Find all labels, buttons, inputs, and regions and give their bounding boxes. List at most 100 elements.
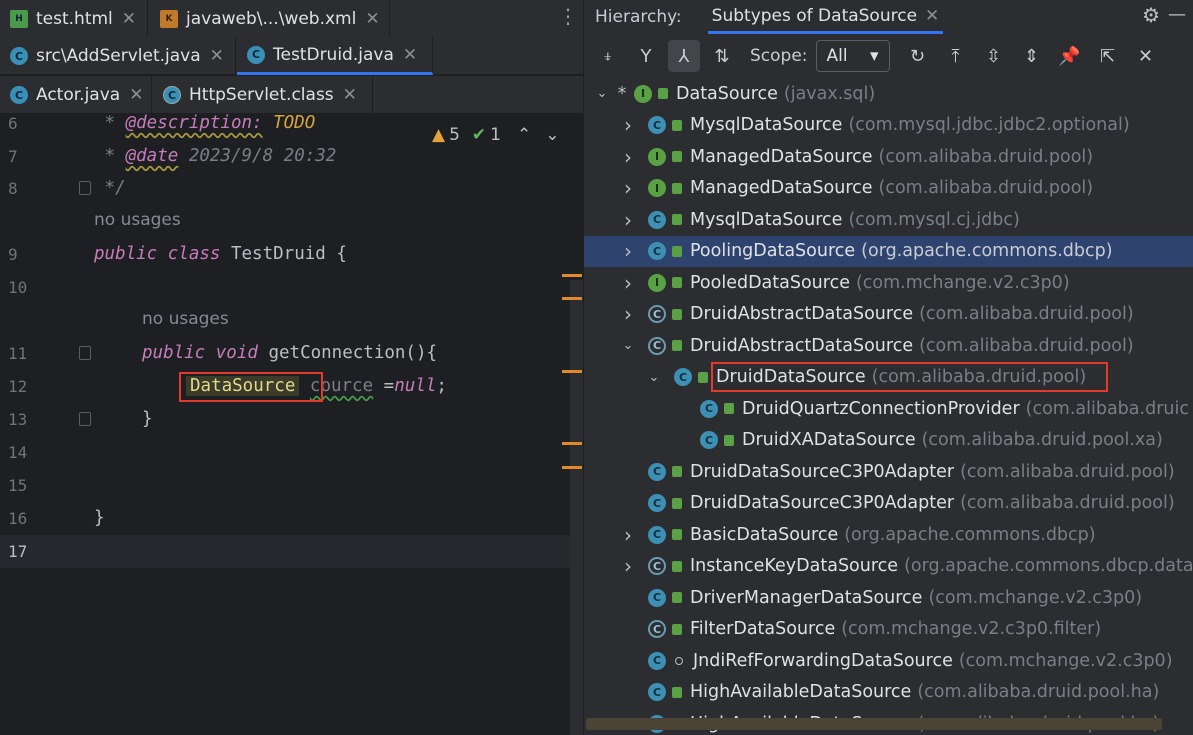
gear-icon[interactable]: ⚙ xyxy=(1142,3,1160,27)
usages-hint[interactable]: no usages xyxy=(94,210,181,230)
node-label: FilterDataSource (com.mchange.v2.c3p0.fil… xyxy=(690,619,1101,639)
inspection-widget[interactable]: ▲ 5 ✔ 1 ⌃ ⌄ xyxy=(432,125,559,145)
vertical-scrollbar[interactable] xyxy=(570,280,583,735)
tree-node[interactable]: ⌄ * I DataSource (javax.sql) xyxy=(584,78,1193,110)
tree-node[interactable]: › C PoolingDataSource (org.apache.commons.d… xyxy=(584,235,1193,267)
close-icon[interactable]: ✕ xyxy=(343,85,357,105)
tree-node[interactable]: C HighAvailableDataSource(com.alibaba.dru… xyxy=(584,677,1193,709)
tab-test-html[interactable]: H test.html ✕ xyxy=(0,0,148,38)
sort-alphabetically-icon[interactable]: ⇅ xyxy=(706,40,738,72)
chevron-right-icon[interactable]: › xyxy=(620,176,636,200)
chevron-right-icon[interactable]: › xyxy=(620,554,636,578)
interface-icon: I xyxy=(648,273,666,292)
tree-node[interactable]: › I ManagedDataSource (com.alibaba.druid.po… xyxy=(584,173,1193,205)
tree-node[interactable]: › C BasicDataSource (org.apache.commons.dbc… xyxy=(584,519,1193,551)
chevron-right-icon[interactable]: › xyxy=(620,302,636,326)
compiled-class-icon: C xyxy=(163,86,181,104)
fold-marker-icon[interactable] xyxy=(79,412,91,426)
tree-node[interactable]: C FilterDataSource (com.mchange.v2.c3p0.fi… xyxy=(584,614,1193,646)
scope-select[interactable]: All ▾ xyxy=(815,40,890,72)
class-icon: C xyxy=(648,242,666,261)
public-lock-icon xyxy=(672,245,682,257)
tree-node[interactable]: › I PooledDataSource (com.mchange.v2.c3p0) xyxy=(584,267,1193,299)
type-hierarchy-icon[interactable]: Y xyxy=(630,40,662,72)
class-icon: C xyxy=(648,651,666,670)
fold-marker-icon[interactable] xyxy=(79,346,91,360)
close-icon[interactable]: ✕ xyxy=(1130,40,1162,72)
abstract-class-icon: C xyxy=(648,336,666,355)
close-icon[interactable]: ✕ xyxy=(210,46,224,66)
tree-node[interactable]: C DruidXADataSource (com.alibaba.druid.poo… xyxy=(584,425,1193,457)
subtypes-hierarchy-icon[interactable]: ⅄ xyxy=(668,40,700,72)
collapse-all-icon[interactable]: ⇕ xyxy=(1016,40,1048,72)
tab-web-xml[interactable]: K javaweb\...\web.xml ✕ xyxy=(150,0,390,38)
tree-node[interactable]: › C InstanceKeyDataSource (org.apache.commo… xyxy=(584,551,1193,583)
horizontal-scrollbar[interactable] xyxy=(586,718,1162,730)
public-lock-icon xyxy=(672,151,682,163)
type-name: DriverManagerDataSource xyxy=(690,587,923,608)
usages-hint[interactable]: no usages xyxy=(142,309,229,329)
chevron-down-icon[interactable]: ⌄ xyxy=(594,86,610,101)
chevron-right-icon[interactable]: › xyxy=(620,113,636,137)
scope-label: Scope: xyxy=(750,46,808,66)
line-number: 10 xyxy=(8,278,28,297)
class-icon: C xyxy=(648,210,666,229)
package-name: (com.mchange.v2.c3p0) xyxy=(855,272,1070,293)
tab-testdruid-java[interactable]: C TestDruid.java ✕ xyxy=(237,37,433,75)
public-lock-icon xyxy=(672,308,682,320)
close-icon[interactable]: ✕ xyxy=(129,85,143,105)
export-icon[interactable]: ⤒ xyxy=(940,40,972,72)
chevron-down-icon[interactable]: ⌄ xyxy=(545,125,559,145)
error-stripe-marker[interactable] xyxy=(562,466,582,469)
chevron-right-icon[interactable]: › xyxy=(620,523,636,547)
pin-icon[interactable]: 📌 xyxy=(1054,40,1086,72)
error-stripe-marker[interactable] xyxy=(562,297,582,300)
error-stripe-marker[interactable] xyxy=(562,442,582,445)
close-icon[interactable]: ✕ xyxy=(403,45,417,65)
minimize-icon[interactable]: — xyxy=(1168,4,1186,25)
type-name: ManagedDataSource xyxy=(690,146,873,167)
class-icon: C xyxy=(648,683,666,702)
package-name: (com.mchange.v2.c3p0) xyxy=(928,587,1143,608)
tree-node[interactable]: › I ManagedDataSource (com.alibaba.druid.po… xyxy=(584,141,1193,173)
chevron-up-icon[interactable]: ⌃ xyxy=(517,125,531,145)
abstract-class-icon: C xyxy=(648,557,666,576)
tab-label: TestDruid.java xyxy=(273,44,394,65)
chevron-right-icon[interactable]: › xyxy=(620,271,636,295)
close-icon[interactable]: ✕ xyxy=(925,6,939,26)
package-name: (com.mchange.v2.c3p0.filter) xyxy=(841,619,1102,640)
more-tabs-icon[interactable]: ⋮ xyxy=(558,4,578,28)
close-icon[interactable]: ✕ xyxy=(365,9,379,29)
package-name: (org.apache.commons.dbcp) xyxy=(844,524,1096,545)
chevron-down-icon[interactable]: ⌄ xyxy=(646,370,662,385)
fold-marker-icon[interactable] xyxy=(79,181,91,195)
package-name: (com.mysql.cj.jdbc) xyxy=(848,209,1020,230)
supertypes-hierarchy-icon[interactable]: ⍖ xyxy=(592,40,624,72)
refresh-icon[interactable]: ↻ xyxy=(902,40,934,72)
tree-node[interactable]: › C MysqlDataSource (com.mysql.jdbc.jdbc2.o… xyxy=(584,110,1193,142)
tree-node[interactable]: ⌄ C DruidDataSource (com.alibaba.druid.pool… xyxy=(584,362,1193,394)
open-in-window-icon[interactable]: ⇱ xyxy=(1092,40,1124,72)
close-icon[interactable]: ✕ xyxy=(122,9,136,29)
chevron-right-icon[interactable]: › xyxy=(620,145,636,169)
package-name: (com.mchange.v2.c3p0) xyxy=(958,650,1173,671)
tree-node[interactable]: C DruidDataSourceC3P0Adapter (com.alibaba.… xyxy=(584,488,1193,520)
error-stripe-marker[interactable] xyxy=(562,370,582,373)
class-icon: C xyxy=(648,462,666,481)
tree-node[interactable]: C JndiRefForwardingDataSource (com.mchange… xyxy=(584,645,1193,677)
tree-node[interactable]: C DruidDataSourceC3P0Adapter (com.alibaba.… xyxy=(584,456,1193,488)
tab-subtypes[interactable]: Subtypes of DataSource ✕ xyxy=(707,0,944,34)
expand-all-icon[interactable]: ⇳ xyxy=(978,40,1010,72)
error-stripe-marker[interactable] xyxy=(562,274,582,277)
chevron-down-icon[interactable]: ⌄ xyxy=(620,338,636,353)
chevron-right-icon[interactable]: › xyxy=(620,208,636,232)
hierarchy-toolbar: ⍖ Y ⅄ ⇅ Scope: All ▾ ↻ ⤒ ⇳ ⇕ 📌 ⇱ ✕ xyxy=(584,36,1193,76)
tab-addservlet-java[interactable]: C src\AddServlet.java ✕ xyxy=(0,37,236,75)
chevron-right-icon[interactable]: › xyxy=(620,239,636,263)
tree-node[interactable]: C DriverManagerDataSource (com.mchange.v2.… xyxy=(584,582,1193,614)
tree-node[interactable]: C DruidQuartzConnectionProvider (com.aliba… xyxy=(584,393,1193,425)
tree-node[interactable]: › C MysqlDataSource (com.mysql.cj.jdbc) xyxy=(584,204,1193,236)
tree-node[interactable]: › C DruidAbstractDataSource (com.alibaba.dr… xyxy=(584,299,1193,331)
tree-node[interactable]: ⌄ C DruidAbstractDataSource (com.alibaba.dr… xyxy=(584,330,1193,362)
java-class-icon: C xyxy=(247,45,265,64)
